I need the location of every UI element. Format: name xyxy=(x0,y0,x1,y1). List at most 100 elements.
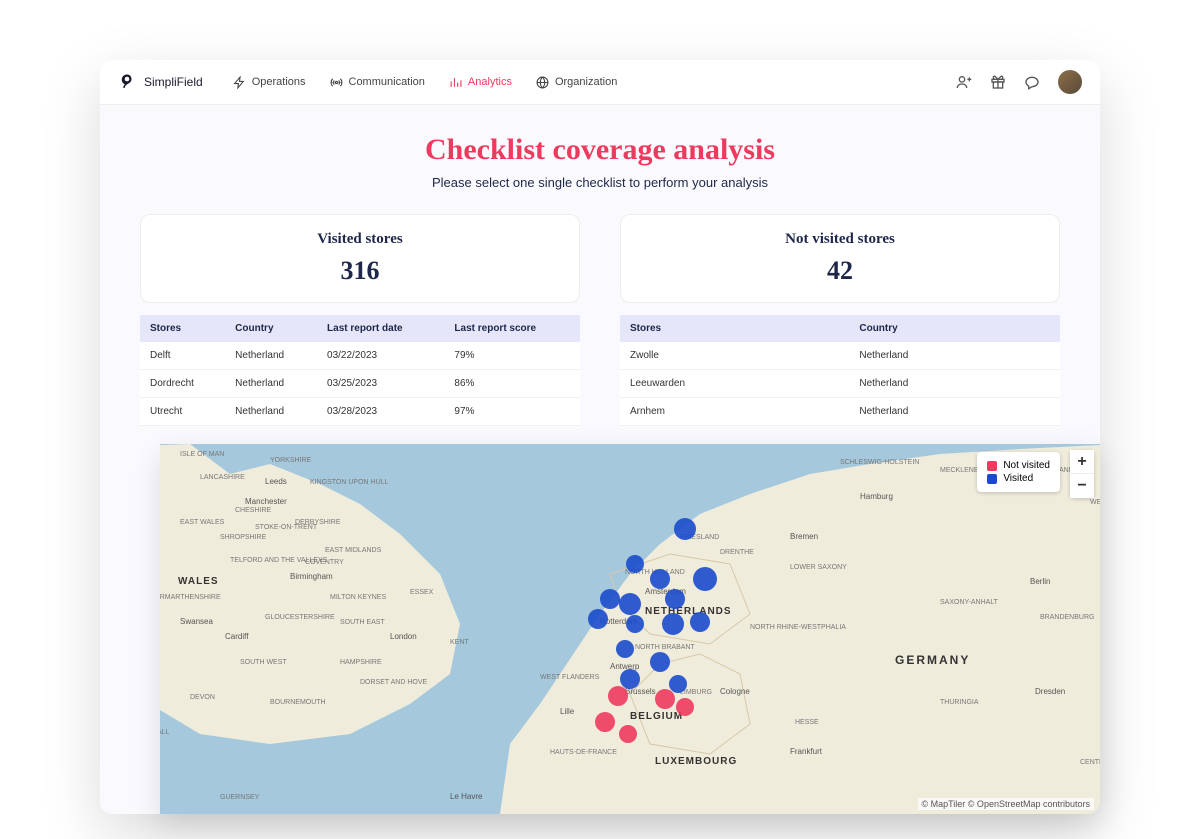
nav-communication-label: Communication xyxy=(349,76,425,88)
zoom-out-button[interactable]: − xyxy=(1070,474,1094,498)
svg-text:YORKSHIRE: YORKSHIRE xyxy=(270,457,312,464)
table-row[interactable]: UtrechtNetherland03/28/202397% xyxy=(140,398,580,426)
svg-text:WEST POMERANIAN VOIVODESHIP: WEST POMERANIAN VOIVODESHIP xyxy=(1090,499,1100,506)
svg-text:BELGIUM: BELGIUM xyxy=(630,711,683,722)
svg-text:KINGSTON UPON HULL: KINGSTON UPON HULL xyxy=(310,479,389,486)
svg-text:SCHLESWIG-HOLSTEIN: SCHLESWIG-HOLSTEIN xyxy=(840,459,919,466)
th-stores[interactable]: Stores xyxy=(620,315,849,342)
svg-text:Hamburg: Hamburg xyxy=(860,492,893,501)
svg-text:HAMPSHIRE: HAMPSHIRE xyxy=(340,659,382,666)
svg-text:London: London xyxy=(390,632,417,641)
communication-icon xyxy=(330,76,343,89)
nav-analytics-label: Analytics xyxy=(468,76,512,88)
nav-organization[interactable]: Organization xyxy=(536,76,617,89)
gift-icon[interactable] xyxy=(990,74,1006,90)
svg-text:Le Havre: Le Havre xyxy=(450,792,483,801)
svg-text:ISLE OF MAN: ISLE OF MAN xyxy=(180,451,224,458)
svg-text:BRANDENBURG: BRANDENBURG xyxy=(1040,614,1094,621)
map-container[interactable]: ISLE OF MAN YORKSHIRE LANCASHIRE Leeds K… xyxy=(160,444,1100,814)
th-country[interactable]: Country xyxy=(849,315,1060,342)
avatar[interactable] xyxy=(1058,70,1082,94)
th-score[interactable]: Last report score xyxy=(444,315,580,342)
map-attribution: © MapTiler © OpenStreetMap contributors xyxy=(918,798,1095,810)
nav-organization-label: Organization xyxy=(555,76,617,88)
svg-text:THURINGIA: THURINGIA xyxy=(940,699,979,706)
svg-text:NETHERLANDS: NETHERLANDS xyxy=(645,606,732,617)
svg-text:SAXONY-ANHALT: SAXONY-ANHALT xyxy=(940,599,999,606)
svg-text:Bremen: Bremen xyxy=(790,532,818,541)
visited-label: Visited stores xyxy=(157,231,563,248)
svg-text:MILTON KEYNES: MILTON KEYNES xyxy=(330,594,386,601)
svg-text:DRENTHE: DRENTHE xyxy=(720,549,754,556)
svg-text:WEST FLANDERS: WEST FLANDERS xyxy=(540,674,600,681)
brand: SimpliField xyxy=(118,73,203,91)
users-icon[interactable] xyxy=(956,74,972,90)
svg-text:Berlin: Berlin xyxy=(1030,577,1050,586)
svg-text:DORSET AND HOVE: DORSET AND HOVE xyxy=(360,679,427,686)
notvisited-card: Not visited stores 42 xyxy=(620,214,1060,303)
svg-text:GERMANY: GERMANY xyxy=(895,653,970,667)
svg-text:NORTH RHINE-WESTPHALIA: NORTH RHINE-WESTPHALIA xyxy=(750,624,846,631)
visited-count: 316 xyxy=(157,256,563,286)
svg-text:LIMBURG: LIMBURG xyxy=(680,689,712,696)
svg-text:HAUTS-DE-FRANCE: HAUTS-DE-FRANCE xyxy=(550,749,617,756)
nav-analytics[interactable]: Analytics xyxy=(449,76,512,89)
legend-notvisited: Not visited xyxy=(987,460,1050,471)
map[interactable]: ISLE OF MAN YORKSHIRE LANCASHIRE Leeds K… xyxy=(160,444,1100,814)
svg-text:Cologne: Cologne xyxy=(720,687,750,696)
topbar-right xyxy=(956,70,1082,94)
nav-communication[interactable]: Communication xyxy=(330,76,425,89)
map-legend: Not visited Visited xyxy=(977,452,1060,492)
nav-operations[interactable]: Operations xyxy=(233,76,306,89)
svg-text:Leeds: Leeds xyxy=(265,477,287,486)
th-stores[interactable]: Stores xyxy=(140,315,225,342)
svg-text:GUERNSEY: GUERNSEY xyxy=(220,794,260,801)
svg-text:Birmingham: Birmingham xyxy=(290,572,333,581)
logo-icon xyxy=(118,73,136,91)
page-title: Checklist coverage analysis xyxy=(140,133,1060,167)
svg-text:Frankfurt: Frankfurt xyxy=(790,747,823,756)
svg-text:ESSEX: ESSEX xyxy=(410,589,434,596)
th-country[interactable]: Country xyxy=(225,315,317,342)
svg-text:SOUTH WEST: SOUTH WEST xyxy=(240,659,287,666)
svg-text:LUXEMBOURG: LUXEMBOURG xyxy=(655,756,737,767)
table-row[interactable]: ArnhemNetherland xyxy=(620,398,1060,426)
brand-name: SimpliField xyxy=(144,75,203,89)
svg-text:DERBYSHIRE: DERBYSHIRE xyxy=(295,519,341,526)
topbar: SimpliField Operations Communication Ana… xyxy=(100,60,1100,105)
svg-text:Swansea: Swansea xyxy=(180,617,213,626)
svg-text:Lille: Lille xyxy=(560,707,575,716)
table-row[interactable]: LeeuwardenNetherland xyxy=(620,370,1060,398)
nav-operations-label: Operations xyxy=(252,76,306,88)
svg-text:GLOUCESTERSHIRE: GLOUCESTERSHIRE xyxy=(265,614,335,621)
app-window: SimpliField Operations Communication Ana… xyxy=(100,60,1100,814)
table-row[interactable]: ZwolleNetherland xyxy=(620,342,1060,370)
svg-text:SOUTH EAST: SOUTH EAST xyxy=(340,619,385,626)
svg-text:EAST MIDLANDS: EAST MIDLANDS xyxy=(325,547,382,554)
svg-text:LANCASHIRE: LANCASHIRE xyxy=(200,474,245,481)
svg-text:LOWER SAXONY: LOWER SAXONY xyxy=(790,564,847,571)
table-row[interactable]: DordrechtNetherland03/25/202386% xyxy=(140,370,580,398)
svg-text:EAST WALES: EAST WALES xyxy=(180,519,225,526)
svg-text:Manchester: Manchester xyxy=(245,497,287,506)
nav: Operations Communication Analytics Organ… xyxy=(233,76,956,89)
zoom-in-button[interactable]: + xyxy=(1070,450,1094,474)
svg-text:NORTH BRABANT: NORTH BRABANT xyxy=(635,644,695,651)
th-date[interactable]: Last report date xyxy=(317,315,444,342)
stats-row: Visited stores 316 Not visited stores 42 xyxy=(140,214,1060,303)
chat-icon[interactable] xyxy=(1024,74,1040,90)
svg-text:HESSE: HESSE xyxy=(795,719,819,726)
table-row[interactable]: DelftNetherland03/22/202379% xyxy=(140,342,580,370)
organization-icon xyxy=(536,76,549,89)
visited-table: Stores Country Last report date Last rep… xyxy=(140,315,580,426)
svg-text:SHROPSHIRE: SHROPSHIRE xyxy=(220,534,267,541)
notvisited-table: Stores Country ZwolleNetherland Leeuward… xyxy=(620,315,1060,426)
content: Checklist coverage analysis Please selec… xyxy=(100,105,1100,814)
legend-swatch-blue xyxy=(987,474,997,484)
legend-swatch-pink xyxy=(987,461,997,471)
svg-text:Antwerp: Antwerp xyxy=(610,662,640,671)
visited-card: Visited stores 316 xyxy=(140,214,580,303)
svg-text:CARMARTHENSHIRE: CARMARTHENSHIRE xyxy=(160,594,221,601)
operations-icon xyxy=(233,76,246,89)
map-zoom: + − xyxy=(1070,450,1094,498)
